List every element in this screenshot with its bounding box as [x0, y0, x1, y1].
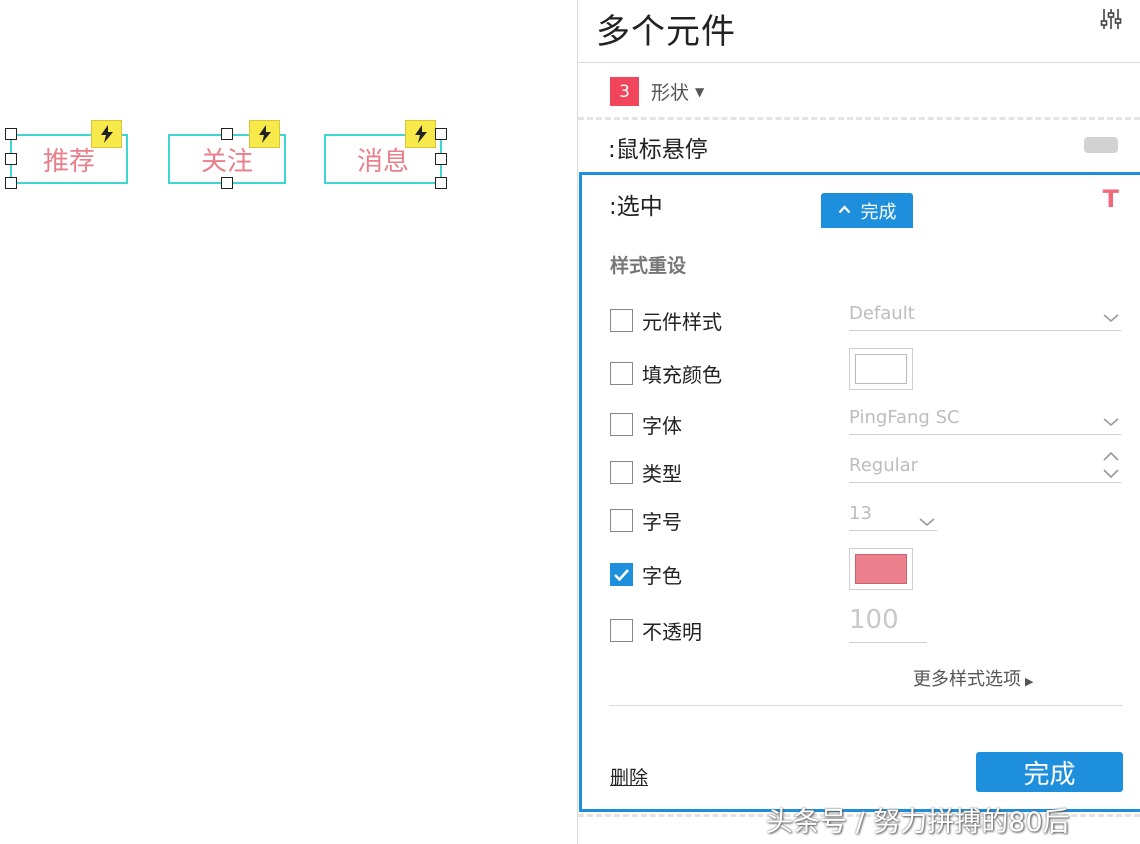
prop-opacity: 不透明	[610, 616, 702, 645]
font-type-select[interactable]: Regular	[849, 449, 1121, 483]
select-value: Regular	[849, 455, 919, 476]
widget-label: 消息	[356, 146, 409, 177]
resize-handle[interactable]	[435, 177, 447, 189]
prop-widget-style: 元件样式	[610, 306, 722, 335]
prop-label: 类型	[642, 462, 682, 486]
checkbox[interactable]	[610, 619, 633, 642]
widget-label: 推荐	[42, 146, 95, 177]
resize-handle[interactable]	[221, 177, 233, 189]
resize-handle[interactable]	[5, 177, 17, 189]
resize-handle[interactable]	[5, 153, 17, 165]
triangle-right-icon: ▶	[1025, 675, 1034, 688]
resize-handle[interactable]	[435, 153, 447, 165]
prop-font-type: 类型	[610, 458, 682, 487]
updown-arrows-icon	[1103, 451, 1119, 484]
more-options-label: 更多样式选项	[913, 669, 1021, 690]
more-style-options-link[interactable]: 更多样式选项 ▶	[913, 665, 1033, 691]
checkbox[interactable]	[610, 309, 633, 332]
hover-state-label[interactable]: :鼠标悬停	[608, 130, 708, 164]
widget-style-select[interactable]: Default	[849, 297, 1121, 331]
prop-label: 字号	[642, 510, 682, 534]
lightning-icon	[91, 120, 122, 148]
done-tab-label: 完成	[860, 201, 897, 223]
fill-color-swatch[interactable]	[849, 348, 913, 390]
checkbox-checked[interactable]	[610, 563, 633, 586]
font-size-select[interactable]: 13	[849, 497, 937, 531]
selected-state-editor: :选中 完成 T 样式重设 元件样式 Default 填充颜色 字体 PingF…	[579, 172, 1140, 812]
chevron-down-icon	[919, 511, 935, 532]
prop-label: 元件样式	[642, 310, 722, 334]
chevron-down-icon	[1103, 411, 1119, 432]
select-value: 13	[849, 503, 872, 524]
prop-font-color: 字色	[610, 560, 682, 589]
widget-recommend[interactable]: 推荐	[10, 120, 128, 184]
checkbox[interactable]	[610, 461, 633, 484]
checkbox[interactable]	[610, 509, 633, 532]
divider	[578, 117, 1140, 120]
prop-font: 字体	[610, 410, 682, 439]
interaction-panel: 多个元件 3 形状 ▼ :鼠标悬停 :选中 完成 T 样式重设 元件样式 Def…	[577, 0, 1140, 844]
delete-link[interactable]: 删除	[610, 763, 648, 790]
resize-handle[interactable]	[5, 128, 17, 140]
watermark: 头条号 / 努力拼搏的80后	[766, 807, 1070, 838]
resize-handle[interactable]	[435, 128, 447, 140]
selected-state-label: :选中	[609, 194, 663, 220]
font-color-swatch[interactable]	[849, 548, 913, 590]
hover-state-toggle[interactable]	[1084, 137, 1118, 153]
divider	[578, 62, 1140, 63]
checkbox[interactable]	[610, 362, 633, 385]
chevron-up-icon	[838, 203, 851, 218]
text-style-icon[interactable]: T	[1103, 185, 1119, 213]
prop-fill-color: 填充颜色	[610, 359, 722, 388]
shape-selector[interactable]: 3 形状 ▼	[610, 77, 704, 106]
font-select[interactable]: PingFang SC	[849, 401, 1121, 435]
prop-label: 字体	[642, 414, 682, 438]
divider	[609, 705, 1123, 706]
caret-down-icon: ▼	[695, 84, 705, 99]
prop-label: 填充颜色	[642, 363, 722, 387]
style-reset-title: 样式重设	[610, 255, 687, 277]
resize-handle[interactable]	[221, 128, 233, 140]
sliders-icon[interactable]	[1100, 8, 1122, 30]
prop-font-size: 字号	[610, 506, 682, 535]
prop-label: 不透明	[642, 620, 702, 644]
checkbox[interactable]	[610, 413, 633, 436]
lightning-icon	[405, 120, 436, 148]
lightning-icon	[249, 120, 280, 148]
prop-label: 字色	[642, 564, 682, 588]
selection-count-badge: 3	[610, 77, 639, 106]
widget-label: 关注	[200, 146, 253, 177]
chevron-down-icon	[1103, 307, 1119, 328]
opacity-input[interactable]: 100	[849, 605, 927, 643]
panel-title: 多个元件	[596, 12, 736, 52]
shape-label: 形状	[651, 82, 690, 104]
collapse-done-tab[interactable]: 完成	[821, 193, 913, 228]
select-value: Default	[849, 303, 915, 324]
widget-messages[interactable]: 消息	[324, 120, 442, 184]
select-value: PingFang SC	[849, 407, 960, 428]
done-button[interactable]: 完成	[976, 752, 1123, 792]
